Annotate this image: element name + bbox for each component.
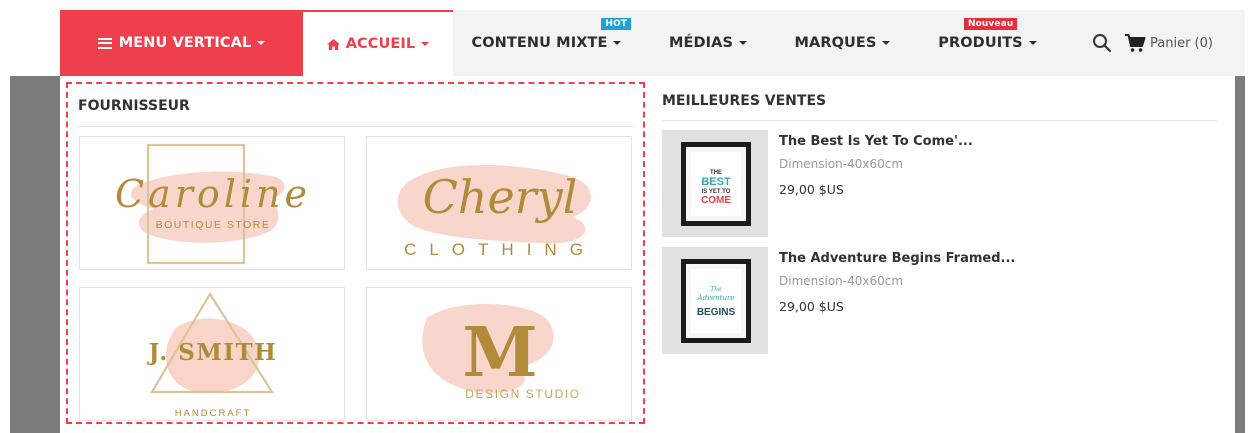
product-name[interactable]: The Adventure Begins Framed... <box>779 251 1015 266</box>
main-navbar: MENU VERTICAL ACCUEIL HOT CONTENU MIXTE … <box>60 10 1245 76</box>
poster-frame: THE BEST IS YET TO COME <box>681 142 751 226</box>
nav-item-medias[interactable]: MÉDIAS <box>640 10 776 76</box>
supplier-logo-cheryl[interactable]: Cheryl CLOTHING <box>366 136 632 270</box>
product-thumbnail[interactable]: THE BEST IS YET TO COME <box>662 130 768 237</box>
bestsellers-title: MEILLEURES VENTES <box>662 93 827 109</box>
supplier-logo-m-design-studio[interactable]: M DESIGN STUDIO <box>366 287 632 421</box>
caroline-logo: Caroline BOUTIQUE STORE <box>115 143 311 265</box>
poster-adventure-begins: The Adventure BEGINS <box>697 286 736 318</box>
svg-text:COME: COME <box>701 195 731 206</box>
caret-down-icon <box>882 41 891 45</box>
divider <box>78 126 633 127</box>
supplier-logo-j-smith[interactable]: J. SMITH HANDCRAFT <box>79 287 345 421</box>
hamburger-icon <box>97 37 112 49</box>
svg-text:DESIGN STUDIO: DESIGN STUDIO <box>465 387 580 401</box>
cart-icon <box>1125 34 1146 52</box>
cart-label: Panier (0) <box>1150 35 1213 51</box>
nav-home-label: ACCUEIL <box>345 36 416 52</box>
product-price: 29,00 $US <box>779 182 844 197</box>
svg-text:CLOTHING: CLOTHING <box>404 240 596 259</box>
nav-item-home[interactable]: ACCUEIL <box>303 10 453 76</box>
divider <box>662 120 1217 121</box>
svg-text:HANDCRAFT: HANDCRAFT <box>175 408 252 419</box>
supplier-title: FOURNISSEUR <box>78 98 190 114</box>
nav-mixed-label: CONTENU MIXTE <box>471 35 608 51</box>
svg-text:BOUTIQUE STORE: BOUTIQUE STORE <box>156 219 271 231</box>
vertical-menu-label: MENU VERTICAL <box>118 35 252 51</box>
supplier-section: FOURNISSEUR Caroline BOUTIQUE STORE Cher… <box>66 82 645 424</box>
product-dimension: Dimension-40x60cm <box>779 274 904 288</box>
product-price: 29,00 $US <box>779 299 844 314</box>
vertical-menu-button[interactable]: MENU VERTICAL <box>60 10 303 76</box>
caret-down-icon <box>257 41 266 45</box>
caret-down-icon <box>421 42 430 46</box>
poster-frame: The Adventure BEGINS <box>681 259 751 343</box>
m-design-logo: M DESIGN STUDIO <box>422 304 580 401</box>
product-thumbnail[interactable]: The Adventure BEGINS <box>662 247 768 354</box>
svg-text:BEST: BEST <box>701 176 731 188</box>
supplier-logo-caroline[interactable]: Caroline BOUTIQUE STORE <box>79 136 345 270</box>
mega-menu-dropdown: FOURNISSEUR Caroline BOUTIQUE STORE Cher… <box>60 76 1235 433</box>
poster-best-is-yet-to-come: THE BEST IS YET TO COME <box>701 170 731 206</box>
svg-text:J. SMITH: J. SMITH <box>147 339 278 366</box>
product-item[interactable]: THE BEST IS YET TO COME The Best Is Yet … <box>662 130 1222 237</box>
product-name[interactable]: The Best Is Yet To Come'... <box>779 134 973 149</box>
nav-tools: Panier (0) <box>1090 10 1213 76</box>
nav-item-products[interactable]: Nouveau PRODUITS <box>909 10 1066 76</box>
j-smith-logo: J. SMITH HANDCRAFT <box>147 291 278 419</box>
cheryl-logo: Cheryl CLOTHING <box>397 164 596 259</box>
svg-text:Cheryl: Cheryl <box>423 170 578 224</box>
new-badge: Nouveau <box>964 18 1018 30</box>
nav-medias-label: MÉDIAS <box>668 35 734 51</box>
cart-button[interactable]: Panier (0) <box>1124 33 1213 53</box>
home-icon <box>326 38 340 50</box>
caret-down-icon <box>613 41 622 45</box>
svg-text:Adventure: Adventure <box>697 294 735 302</box>
hot-badge: HOT <box>601 18 631 30</box>
svg-text:M: M <box>462 313 537 393</box>
svg-text:The: The <box>710 286 722 293</box>
nav-products-label: PRODUITS <box>938 35 1023 51</box>
product-item[interactable]: The Adventure BEGINS The Adventure Begin… <box>662 247 1222 354</box>
svg-text:BEGINS: BEGINS <box>697 307 736 318</box>
caret-down-icon <box>739 41 748 45</box>
svg-text:Caroline: Caroline <box>115 172 311 216</box>
search-icon[interactable] <box>1090 31 1114 55</box>
product-dimension: Dimension-40x60cm <box>779 157 904 171</box>
caret-down-icon <box>1028 41 1037 45</box>
nav-brands-label: MARQUES <box>794 35 877 51</box>
nav-item-brands[interactable]: MARQUES <box>776 10 909 76</box>
nav-item-mixed-content[interactable]: HOT CONTENU MIXTE <box>453 10 640 76</box>
